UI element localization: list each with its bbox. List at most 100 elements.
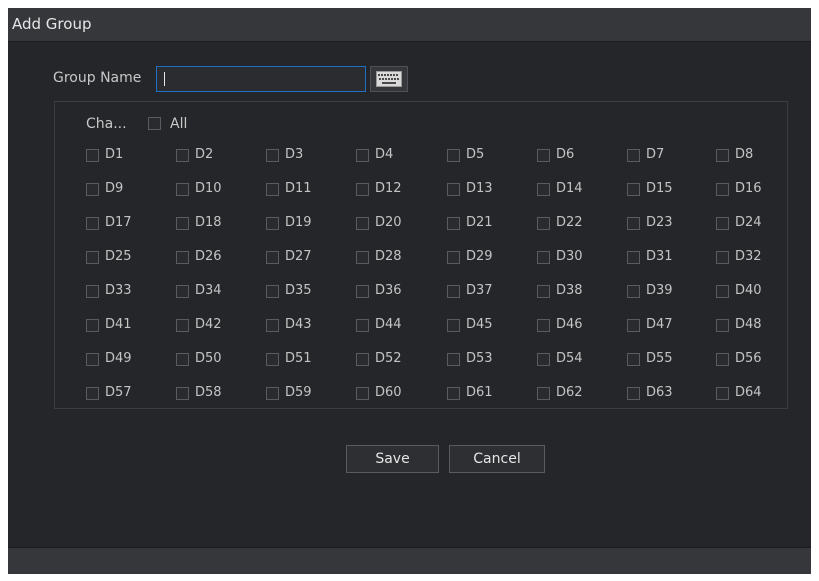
- channel-label: D57: [105, 385, 132, 400]
- channel-checkbox[interactable]: [266, 353, 279, 366]
- channel-checkbox[interactable]: [266, 319, 279, 332]
- channel-checkbox[interactable]: [627, 319, 640, 332]
- channel-checkbox[interactable]: [86, 251, 99, 264]
- channel-checkbox[interactable]: [86, 183, 99, 196]
- channel-label: D47: [646, 317, 673, 332]
- channel-checkbox[interactable]: [86, 319, 99, 332]
- channel-label: D31: [646, 249, 673, 264]
- channel-label: D44: [375, 317, 402, 332]
- channel-checkbox[interactable]: [266, 217, 279, 230]
- channel-checkbox[interactable]: [356, 149, 369, 162]
- channel-checkbox[interactable]: [447, 251, 460, 264]
- channel-label: D17: [105, 215, 132, 230]
- channel-checkbox[interactable]: [266, 251, 279, 264]
- channel-checkbox[interactable]: [627, 251, 640, 264]
- channel-checkbox[interactable]: [716, 387, 729, 400]
- channel-checkbox[interactable]: [447, 319, 460, 332]
- channel-checkbox[interactable]: [176, 353, 189, 366]
- channel-label: D59: [285, 385, 312, 400]
- channel-label: D33: [105, 283, 132, 298]
- channel-checkbox[interactable]: [356, 319, 369, 332]
- save-button[interactable]: Save: [346, 445, 439, 473]
- channel-checkbox[interactable]: [447, 149, 460, 162]
- channel-checkbox[interactable]: [86, 353, 99, 366]
- channel-checkbox[interactable]: [537, 251, 550, 264]
- channel-checkbox[interactable]: [447, 387, 460, 400]
- channel-checkbox[interactable]: [716, 285, 729, 298]
- channel-checkbox[interactable]: [537, 285, 550, 298]
- channel-checkbox[interactable]: [537, 183, 550, 196]
- channel-checkbox[interactable]: [537, 319, 550, 332]
- channel-checkbox[interactable]: [627, 353, 640, 366]
- channel-label: D32: [735, 249, 762, 264]
- channel-label: D1: [105, 147, 124, 162]
- channel-checkbox[interactable]: [356, 285, 369, 298]
- channel-checkbox[interactable]: [176, 183, 189, 196]
- channel-checkbox[interactable]: [176, 149, 189, 162]
- all-checkbox[interactable]: [148, 117, 161, 130]
- channel-checkbox[interactable]: [356, 387, 369, 400]
- channel-checkbox[interactable]: [716, 217, 729, 230]
- channel-checkbox[interactable]: [266, 183, 279, 196]
- channel-checkbox[interactable]: [537, 387, 550, 400]
- keyboard-button[interactable]: [370, 66, 408, 92]
- channel-label: D51: [285, 351, 312, 366]
- channel-label: D55: [646, 351, 673, 366]
- channel-label: D7: [646, 147, 665, 162]
- channel-label: D56: [735, 351, 762, 366]
- channel-label: D38: [556, 283, 583, 298]
- channel-checkbox[interactable]: [627, 149, 640, 162]
- channel-checkbox[interactable]: [176, 285, 189, 298]
- channel-label: D16: [735, 181, 762, 196]
- channel-checkbox[interactable]: [176, 251, 189, 264]
- channel-checkbox[interactable]: [176, 387, 189, 400]
- channel-label: D4: [375, 147, 394, 162]
- channel-checkbox[interactable]: [86, 217, 99, 230]
- channel-label: D5: [466, 147, 485, 162]
- channel-label: D58: [195, 385, 222, 400]
- channel-label: D63: [646, 385, 673, 400]
- channel-label: D14: [556, 181, 583, 196]
- channel-label: D6: [556, 147, 575, 162]
- channel-checkbox[interactable]: [537, 353, 550, 366]
- group-name-input[interactable]: [156, 66, 366, 92]
- channel-label: D46: [556, 317, 583, 332]
- channel-checkbox[interactable]: [266, 149, 279, 162]
- channel-checkbox[interactable]: [537, 149, 550, 162]
- channel-checkbox[interactable]: [266, 285, 279, 298]
- channel-checkbox[interactable]: [716, 353, 729, 366]
- channel-checkbox[interactable]: [716, 251, 729, 264]
- channel-checkbox[interactable]: [627, 387, 640, 400]
- channel-checkbox[interactable]: [356, 217, 369, 230]
- channel-checkbox[interactable]: [537, 217, 550, 230]
- channel-checkbox[interactable]: [86, 387, 99, 400]
- channel-label: D24: [735, 215, 762, 230]
- channel-checkbox[interactable]: [447, 217, 460, 230]
- channel-checkbox[interactable]: [176, 319, 189, 332]
- channel-checkbox[interactable]: [86, 149, 99, 162]
- channel-label: D53: [466, 351, 493, 366]
- channel-checkbox[interactable]: [356, 251, 369, 264]
- channel-checkbox[interactable]: [86, 285, 99, 298]
- channel-checkbox[interactable]: [447, 353, 460, 366]
- channel-checkbox[interactable]: [447, 183, 460, 196]
- channel-checkbox[interactable]: [176, 217, 189, 230]
- channel-label: D43: [285, 317, 312, 332]
- add-group-dialog: Add Group Group Name Cha... All D1 D2 D3 D4…: [8, 8, 811, 574]
- all-label: All: [170, 116, 188, 132]
- text-cursor: [164, 72, 165, 86]
- channel-label: D42: [195, 317, 222, 332]
- channel-checkbox[interactable]: [356, 353, 369, 366]
- channel-checkbox[interactable]: [627, 183, 640, 196]
- channel-checkbox[interactable]: [447, 285, 460, 298]
- channel-checkbox[interactable]: [627, 285, 640, 298]
- channel-label: D26: [195, 249, 222, 264]
- channel-label: D64: [735, 385, 762, 400]
- channel-checkbox[interactable]: [716, 183, 729, 196]
- cancel-button[interactable]: Cancel: [449, 445, 545, 473]
- channel-checkbox[interactable]: [716, 149, 729, 162]
- channel-checkbox[interactable]: [627, 217, 640, 230]
- channel-checkbox[interactable]: [716, 319, 729, 332]
- channel-checkbox[interactable]: [266, 387, 279, 400]
- channel-checkbox[interactable]: [356, 183, 369, 196]
